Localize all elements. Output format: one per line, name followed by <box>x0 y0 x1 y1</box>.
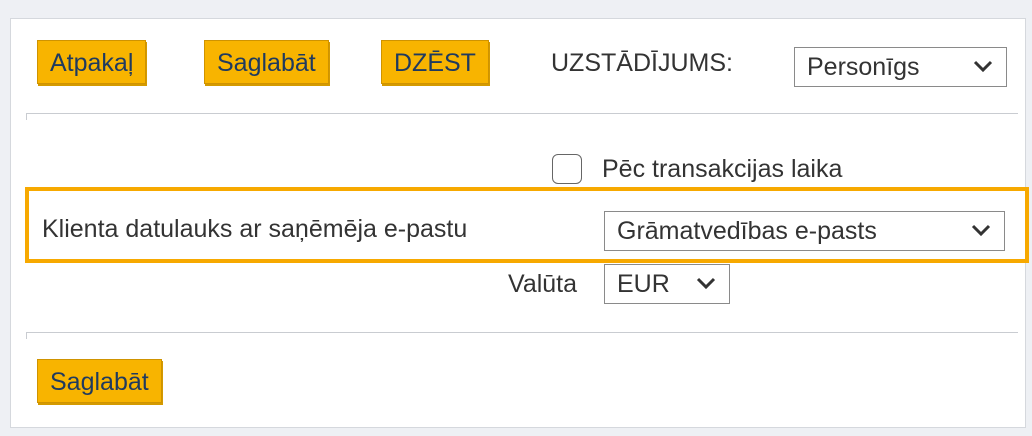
setting-select-value: Personīgs <box>807 53 920 81</box>
footer-save-button[interactable]: Saglabāt <box>37 359 162 403</box>
save-button[interactable]: Saglabāt <box>204 40 329 84</box>
currency-select[interactable]: EUR <box>604 264 730 304</box>
chevron-down-icon <box>696 277 716 290</box>
currency-select-value: EUR <box>617 270 670 298</box>
client-field-select[interactable]: Grāmatvedības e-pasts <box>604 211 1005 251</box>
setting-select[interactable]: Personīgs <box>794 47 1007 87</box>
client-field-select-value: Grāmatvedības e-pasts <box>617 217 877 245</box>
currency-label: Valūta <box>508 270 578 298</box>
chevron-down-icon <box>973 60 993 73</box>
transaction-time-label: Pēc transakcijas laika <box>602 155 843 183</box>
divider-top <box>26 113 1018 120</box>
delete-button[interactable]: DZĒST <box>381 40 489 84</box>
client-field-label: Klienta datulauks ar saņēmēja e-pastu <box>42 215 468 243</box>
transaction-time-checkbox[interactable] <box>552 154 582 184</box>
divider-bottom <box>26 332 1018 339</box>
setting-label: UZSTĀDĪJUMS: <box>551 49 733 77</box>
back-button[interactable]: Atpakaļ <box>37 40 147 84</box>
chevron-down-icon <box>971 224 991 237</box>
